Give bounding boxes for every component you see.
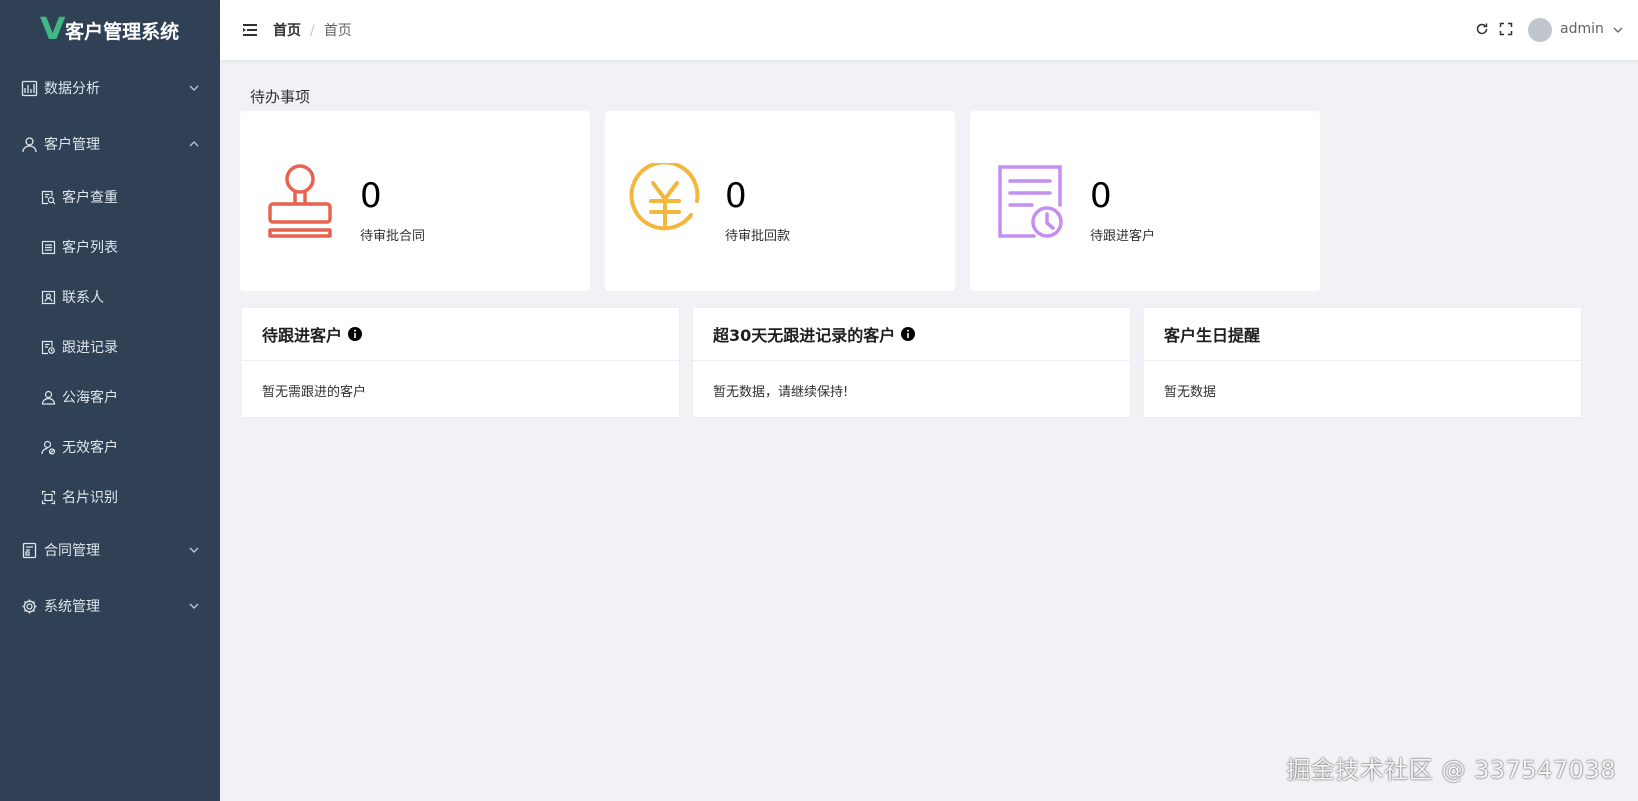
user-outline-icon: [40, 389, 56, 405]
info-icon[interactable]: [348, 327, 363, 341]
panel-header: 客户生日提醒: [1144, 308, 1581, 361]
sidebar-item-public-customers[interactable]: 公海客户: [0, 372, 220, 422]
panel-title: 待跟进客户: [262, 326, 343, 345]
panel-birthday-reminder: 客户生日提醒 暂无数据: [1143, 307, 1582, 418]
list-icon: [40, 239, 56, 255]
chevron-down-icon: [189, 547, 199, 553]
yen-icon: [629, 163, 700, 231]
logo-mark: V: [39, 12, 66, 47]
refresh-icon[interactable]: [1475, 22, 1489, 36]
app-title: 客户管理系统: [65, 20, 180, 43]
app-logo[interactable]: V 客户管理系统: [0, 0, 220, 60]
panel-empty-text: 暂无数据: [1164, 385, 1217, 400]
user-icon: [20, 135, 38, 153]
panel-header: 超30天无跟进记录的客户: [693, 308, 1130, 361]
sidebar-item-invalid-customers[interactable]: 无效客户: [0, 422, 220, 472]
todo-count: 0: [725, 176, 747, 216]
panel-empty-text: 暂无数据，请继续保持!: [713, 385, 849, 400]
todo-section-title: 待办事项: [250, 88, 311, 106]
breadcrumb-current: 首页: [323, 23, 352, 39]
todo-label: 待审批合同: [360, 229, 426, 244]
sidebar-item-label: 无效客户: [62, 440, 118, 456]
top-navbar: 首页 / 首页 admin: [220, 0, 1638, 60]
menu-label: 客户管理: [44, 137, 100, 153]
user-invalid-icon: [40, 439, 56, 455]
sidebar-item-label: 公海客户: [62, 390, 118, 406]
sidebar-item-customer-list[interactable]: 客户列表: [0, 222, 220, 272]
chevron-down-icon[interactable]: [1612, 24, 1624, 36]
contract-icon: [20, 541, 38, 559]
hamburger-icon[interactable]: [242, 22, 258, 38]
gear-icon: [20, 597, 38, 615]
sidebar-item-card-recognition[interactable]: 名片识别: [0, 472, 220, 522]
sidebar-item-label: 客户查重: [62, 190, 118, 206]
menu-customer-management[interactable]: 客户管理: [0, 116, 220, 172]
menu-system-management[interactable]: 系统管理: [0, 578, 220, 634]
sidebar-item-label: 跟进记录: [62, 340, 118, 356]
chevron-down-icon: [189, 603, 199, 609]
todo-card-pending-payments[interactable]: 0 待审批回款: [605, 111, 955, 291]
stamp-icon: [268, 164, 332, 238]
search-doc-icon: [40, 189, 56, 205]
chevron-down-icon: [189, 85, 199, 91]
todo-count: 0: [360, 176, 382, 216]
breadcrumb-separator: /: [310, 23, 315, 39]
contact-card-icon: [40, 289, 56, 305]
menu-data-analysis[interactable]: 数据分析: [0, 60, 220, 116]
sidebar-item-followup-records[interactable]: 跟进记录: [0, 322, 220, 372]
panel-header: 待跟进客户: [242, 308, 679, 361]
menu-contract-management[interactable]: 合同管理: [0, 522, 220, 578]
breadcrumb-home[interactable]: 首页: [273, 23, 301, 39]
todo-label: 待审批回款: [725, 229, 791, 244]
todo-count: 0: [1090, 176, 1112, 216]
sidebar-item-label: 名片识别: [62, 490, 118, 506]
fullscreen-icon[interactable]: [1499, 22, 1513, 36]
chevron-up-icon: [189, 141, 199, 147]
panel-title: 客户生日提醒: [1164, 326, 1261, 345]
avatar[interactable]: [1528, 18, 1552, 42]
panel-title: 超30天无跟进记录的客户: [713, 326, 896, 345]
followup-doc-icon: [998, 165, 1063, 238]
todo-card-pending-contracts[interactable]: 0 待审批合同: [240, 111, 590, 291]
sidebar-item-label: 联系人: [62, 290, 104, 306]
watermark: 掘金技术社区 @ 337547038: [1286, 756, 1616, 784]
info-icon[interactable]: [901, 327, 916, 341]
todo-card-pending-followups[interactable]: 0 待跟进客户: [970, 111, 1320, 291]
sidebar-item-contacts[interactable]: 联系人: [0, 272, 220, 322]
breadcrumb: 首页 / 首页: [273, 20, 352, 40]
todo-label: 待跟进客户: [1090, 229, 1156, 244]
sidebar-item-label: 客户列表: [62, 240, 118, 256]
menu-label: 合同管理: [44, 543, 100, 559]
scan-icon: [40, 489, 56, 505]
username[interactable]: admin: [1560, 21, 1604, 37]
chart-icon: [20, 79, 38, 97]
record-icon: [40, 339, 56, 355]
panel-empty-text: 暂无需跟进的客户: [262, 385, 367, 400]
menu-label: 数据分析: [44, 81, 100, 97]
menu-label: 系统管理: [44, 599, 100, 615]
panel-no-followup-30-days: 超30天无跟进记录的客户 暂无数据，请继续保持!: [692, 307, 1131, 418]
panel-pending-followup: 待跟进客户 暂无需跟进的客户: [241, 307, 680, 418]
sidebar: V 客户管理系统 数据分析 客户管理 客户查重 客户列表 联系人 跟进记录 公海…: [0, 0, 220, 801]
sidebar-item-customer-dedup[interactable]: 客户查重: [0, 172, 220, 222]
